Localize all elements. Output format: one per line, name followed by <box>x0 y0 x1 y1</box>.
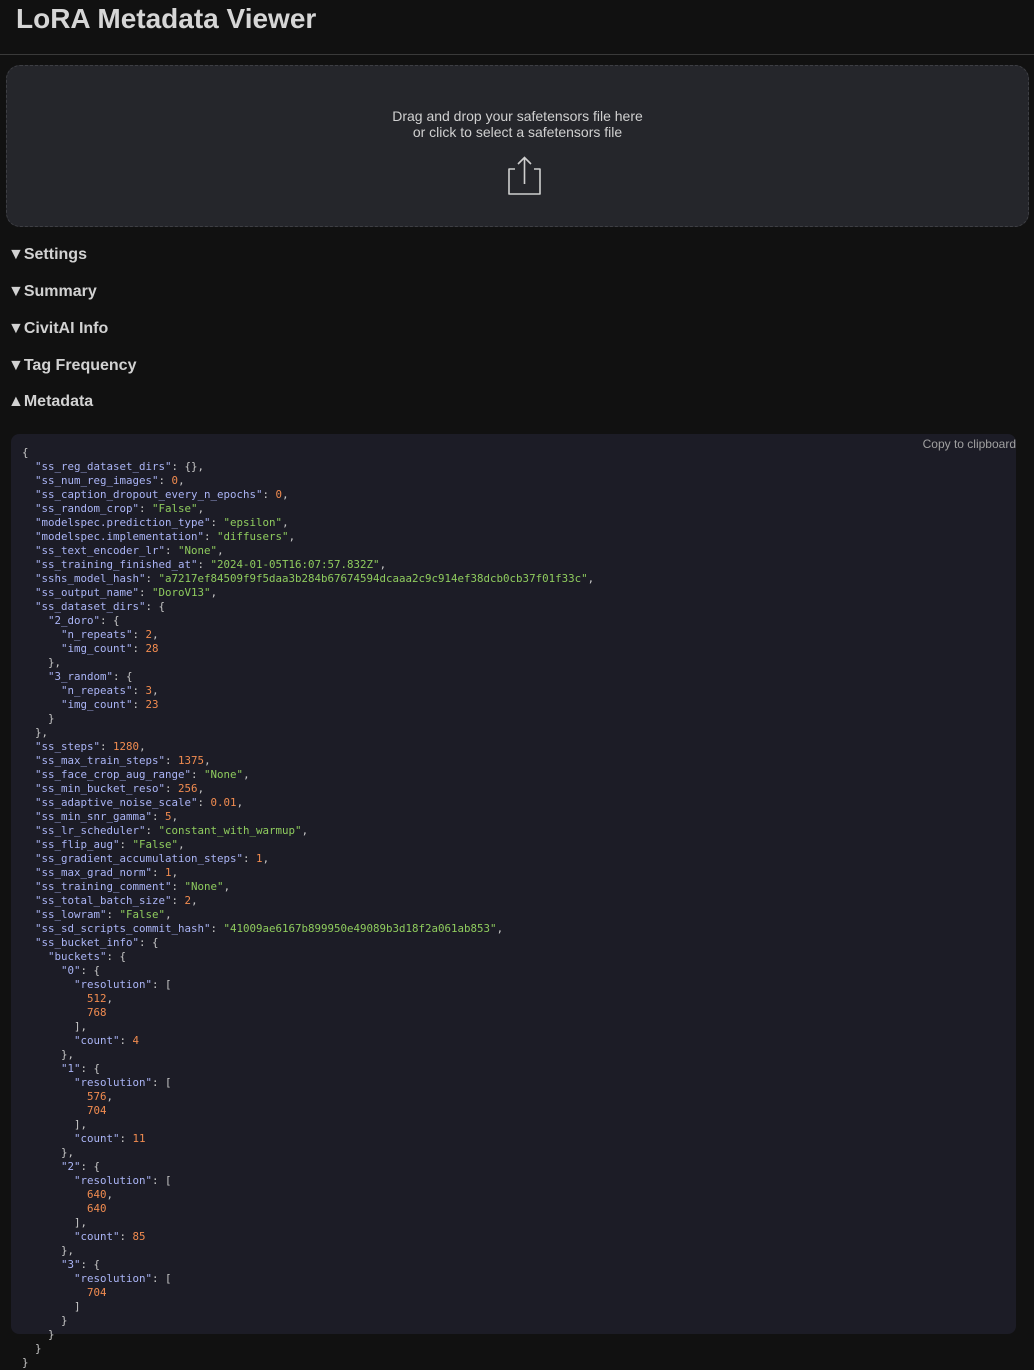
section-tag-frequency-toggle[interactable]: ▼Tag Frequency <box>8 357 136 375</box>
caret-down-icon: ▼ <box>8 357 24 374</box>
section-civitai-toggle[interactable]: ▼CivitAI Info <box>8 320 108 338</box>
copy-to-clipboard-button[interactable]: Copy to clipboard <box>923 437 1016 451</box>
upload-icon <box>508 156 541 195</box>
section-metadata-toggle[interactable]: ▲Metadata <box>8 393 93 411</box>
caret-down-icon: ▼ <box>8 283 24 300</box>
caret-down-icon: ▼ <box>8 320 24 337</box>
dropzone-instruction: Drag and drop your safetensors file here <box>392 108 643 124</box>
file-dropzone[interactable]: Drag and drop your safetensors file here… <box>6 65 1029 227</box>
page-title: LoRA Metadata Viewer <box>16 3 317 34</box>
section-settings-toggle[interactable]: ▼Settings <box>8 246 87 264</box>
section-summary-toggle[interactable]: ▼Summary <box>8 283 97 301</box>
dropzone-instruction-secondary: or click to select a safetensors file <box>412 124 623 140</box>
caret-up-icon: ▲ <box>8 393 24 410</box>
app-header: LoRA Metadata Viewer <box>0 0 1034 55</box>
caret-down-icon: ▼ <box>8 246 24 263</box>
metadata-json: { "ss_reg_dataset_dirs": {}, "ss_num_reg… <box>22 446 595 1369</box>
metadata-json-panel: Copy to clipboard { "ss_reg_dataset_dirs… <box>11 434 1016 1369</box>
